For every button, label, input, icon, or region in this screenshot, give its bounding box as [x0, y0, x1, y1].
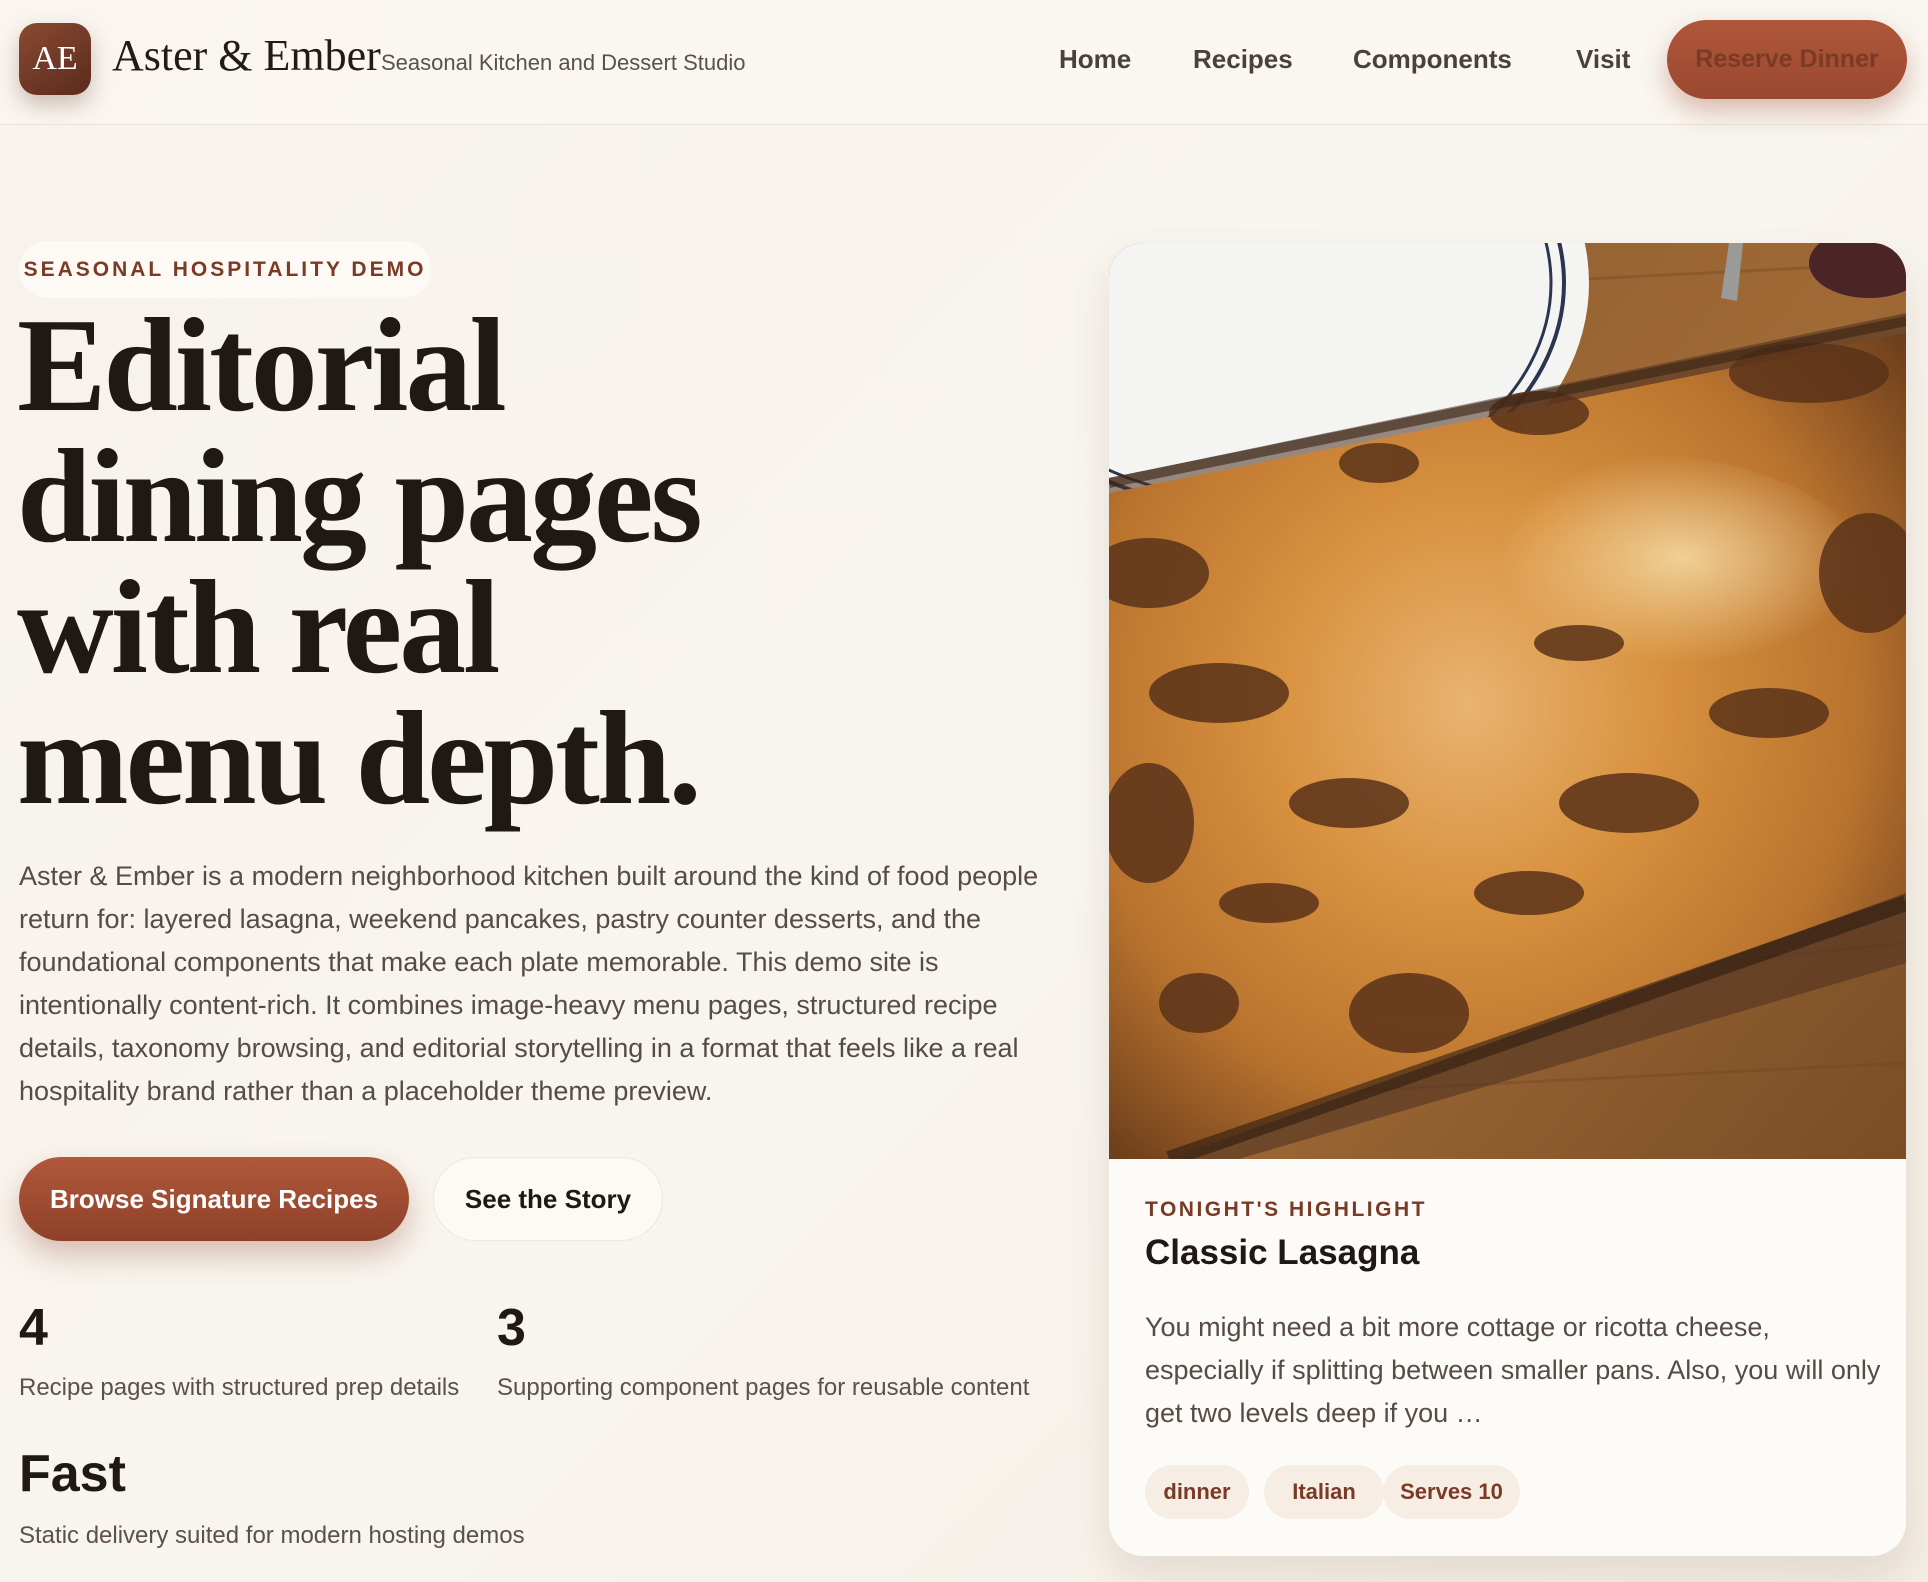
stat-label: Static delivery suited for modern hostin… [19, 1522, 525, 1549]
brand-name[interactable]: Aster & Ember [112, 30, 381, 81]
hero-eyebrow: SEASONAL HOSPITALITY DEMO [19, 241, 431, 298]
highlight-title[interactable]: Classic Lasagna [1145, 1233, 1419, 1273]
highlight-description: You might need a bit more cottage or ric… [1145, 1312, 1881, 1428]
highlight-card[interactable]: TONIGHT'S HIGHLIGHT Classic Lasagna You … [1109, 243, 1906, 1556]
hero-title-line: menu depth. [17, 684, 702, 832]
stat-label: Recipe pages with structured prep detail… [19, 1374, 460, 1401]
hero-description: Aster & Ember is a modern neighborhood k… [19, 861, 1039, 1106]
hero-title-line: dining pages [17, 422, 703, 570]
stat-label: Supporting component pages for reusable … [497, 1374, 1030, 1401]
logo-badge[interactable]: AE [19, 23, 91, 95]
stat-value: 4 [19, 1299, 48, 1357]
site-header: AE Aster & Ember Seasonal Kitchen and De… [0, 0, 1928, 125]
tag-chip[interactable]: Italian [1264, 1465, 1384, 1519]
see-story-button[interactable]: See the Story [433, 1157, 663, 1241]
stat-value: Fast [19, 1445, 126, 1503]
tag-chip[interactable]: Serves 10 [1383, 1465, 1520, 1519]
hero-title: Editorial dining pages with real menu de… [17, 291, 917, 832]
stat-value: 3 [497, 1299, 526, 1357]
lasagna-photo [1109, 243, 1906, 1159]
hero-title-line: Editorial [17, 291, 507, 439]
highlight-eyebrow: TONIGHT'S HIGHLIGHT [1145, 1198, 1427, 1221]
tag-chip[interactable]: dinner [1145, 1465, 1249, 1519]
reserve-dinner-button[interactable]: Reserve Dinner [1667, 20, 1907, 99]
hero-title-line: with real [17, 553, 500, 701]
nav-recipes[interactable]: Recipes [1193, 44, 1293, 75]
nav-components[interactable]: Components [1353, 44, 1512, 75]
nav-home[interactable]: Home [1059, 44, 1131, 75]
browse-recipes-button[interactable]: Browse Signature Recipes [19, 1157, 409, 1241]
brand-tagline: Seasonal Kitchen and Dessert Studio [381, 50, 746, 75]
nav-visit[interactable]: Visit [1576, 44, 1630, 75]
